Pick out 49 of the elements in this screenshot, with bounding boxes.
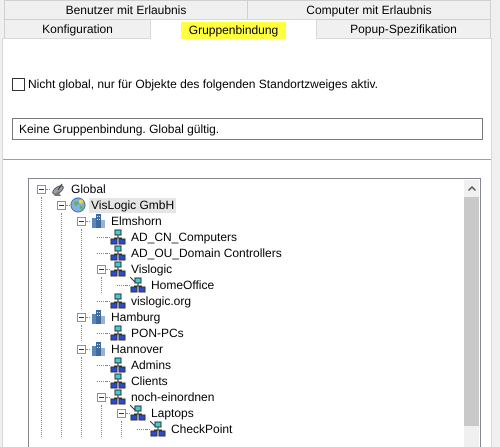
tree-item[interactable]: HomeOffice bbox=[149, 278, 216, 292]
tree-item[interactable]: Clients bbox=[129, 374, 170, 388]
minus-icon[interactable] bbox=[77, 216, 86, 226]
minus-icon[interactable] bbox=[97, 392, 106, 402]
tab[interactable]: Computer mit Erlaubnis bbox=[247, 0, 491, 19]
scroll-up-icon[interactable] bbox=[468, 186, 476, 191]
building-icon bbox=[90, 309, 106, 325]
network-icon bbox=[110, 357, 126, 373]
network-icon bbox=[110, 229, 126, 245]
tree-item[interactable]: Global bbox=[69, 182, 108, 196]
minus-icon[interactable] bbox=[77, 312, 86, 322]
minus-icon[interactable] bbox=[57, 200, 66, 210]
tree-item[interactable]: VisLogic GmbH bbox=[89, 198, 176, 212]
tree-item[interactable]: noch-einordnen bbox=[129, 390, 216, 404]
network-icon bbox=[110, 293, 126, 309]
network-icon bbox=[110, 245, 126, 261]
tree-item[interactable]: Elmshorn bbox=[109, 214, 164, 228]
network-icon bbox=[110, 389, 126, 405]
binding-field: Keine Gruppenbindung. Global gültig. bbox=[12, 118, 483, 140]
tree-item[interactable]: Admins bbox=[129, 358, 174, 372]
minus-icon[interactable] bbox=[97, 264, 106, 274]
tab[interactable]: Gruppenbindung bbox=[150, 19, 317, 39]
tab[interactable]: Popup-Spezifikation bbox=[316, 19, 491, 38]
network-icon bbox=[150, 421, 166, 437]
tree-item[interactable]: PON-PCs bbox=[129, 326, 186, 340]
network-icon bbox=[130, 405, 146, 421]
tree-item[interactable]: vislogic.org bbox=[129, 294, 194, 308]
tab[interactable]: Benutzer mit Erlaubnis bbox=[4, 0, 248, 19]
network-icon bbox=[130, 277, 146, 293]
checkbox-label: Nicht global, nur für Objekte des folgenden Standortzweiges aktiv. bbox=[28, 77, 378, 91]
minus-icon[interactable] bbox=[37, 184, 46, 194]
network-icon bbox=[110, 261, 126, 277]
checkbox[interactable] bbox=[12, 78, 25, 90]
minus-icon[interactable] bbox=[117, 408, 126, 418]
tab[interactable]: Konfiguration bbox=[4, 19, 151, 38]
minus-icon[interactable] bbox=[77, 344, 86, 354]
tree-item[interactable]: AD_CN_Computers bbox=[129, 230, 240, 244]
network-icon bbox=[110, 325, 126, 341]
tree-item[interactable]: Vislogic bbox=[129, 262, 174, 276]
tree-item[interactable]: AD_OU_Domain Controllers bbox=[129, 246, 284, 260]
satellite-dish-icon bbox=[50, 181, 66, 197]
tree-item[interactable]: Laptops bbox=[149, 406, 196, 420]
globe-icon bbox=[70, 197, 86, 213]
building-icon bbox=[90, 341, 106, 357]
building-icon bbox=[90, 213, 106, 229]
tree-item[interactable]: Hamburg bbox=[109, 310, 162, 324]
tree-item[interactable]: Hannover bbox=[109, 342, 166, 356]
network-icon bbox=[110, 373, 126, 389]
tree-item[interactable]: CheckPoint bbox=[169, 422, 234, 436]
